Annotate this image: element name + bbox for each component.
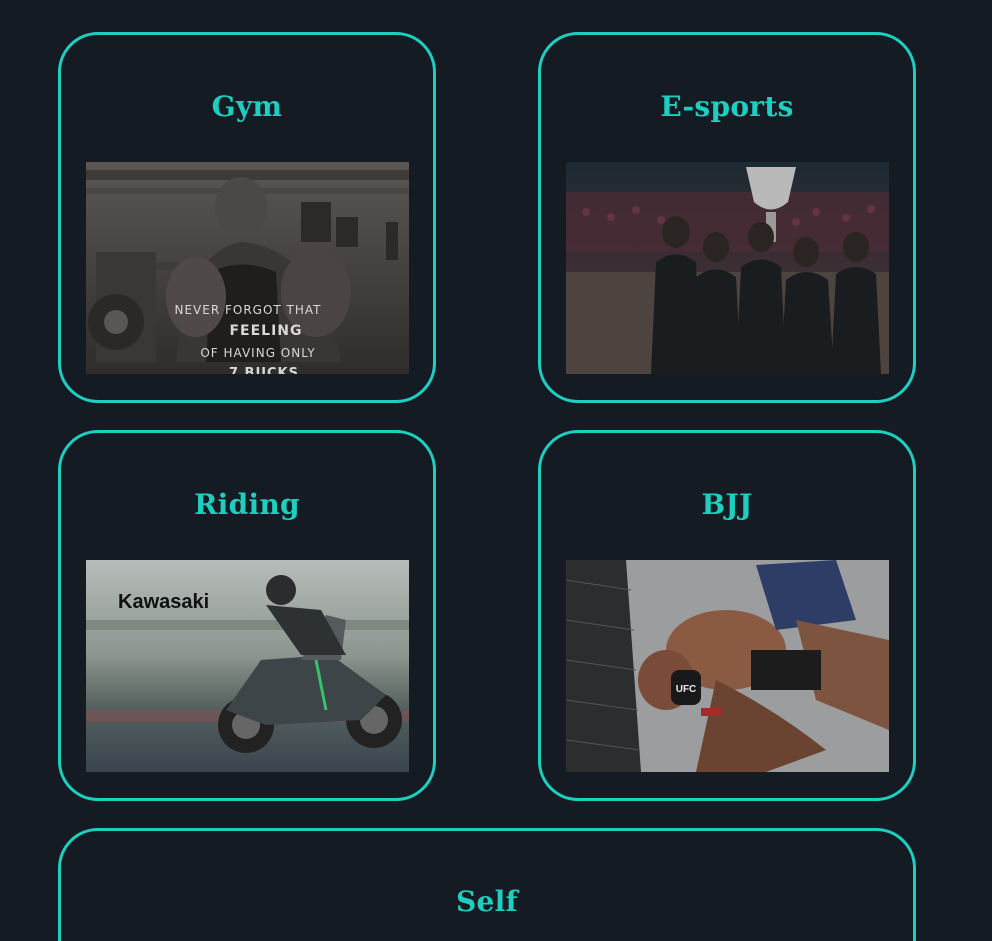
card-bjj[interactable]: BJJ UFC: [538, 430, 916, 801]
motorcycle-photo[interactable]: Kawasaki: [86, 560, 409, 772]
gym-overlay-line-4: 7 BUCKS: [229, 366, 299, 374]
card-riding[interactable]: Riding Kawasaki: [58, 430, 436, 801]
card-title-bjj: BJJ: [701, 488, 753, 521]
card-title-esports: E-sports: [660, 90, 794, 123]
esports-trophy-photo[interactable]: [566, 162, 889, 374]
gym-photo-graphic: NEVER FORGOT THAT FEELING OF HAVING ONLY…: [86, 162, 409, 374]
card-gym[interactable]: Gym NEVER FORGOT THAT FEELING OF HAVING …: [58, 32, 436, 403]
card-title-gym: Gym: [211, 90, 283, 123]
grappling-photo[interactable]: UFC: [566, 560, 889, 772]
card-self[interactable]: Self: [58, 828, 916, 941]
riding-photo-graphic: Kawasaki: [86, 560, 409, 772]
bjj-glove-text: UFC: [676, 684, 697, 695]
card-title-riding: Riding: [194, 488, 300, 521]
gym-overlay-line-3: OF HAVING ONLY: [200, 346, 315, 360]
bjj-photo-graphic: UFC: [566, 560, 889, 772]
esports-photo-graphic: [566, 162, 889, 374]
card-esports[interactable]: E-sports: [538, 32, 916, 403]
gym-overlay-line-1: NEVER FORGOT THAT: [174, 303, 321, 317]
riding-brand-text: Kawasaki: [118, 591, 209, 613]
card-title-self: Self: [456, 885, 518, 918]
gym-overlay-line-2: FEELING: [229, 323, 302, 339]
gym-photo[interactable]: NEVER FORGOT THAT FEELING OF HAVING ONLY…: [86, 162, 409, 374]
